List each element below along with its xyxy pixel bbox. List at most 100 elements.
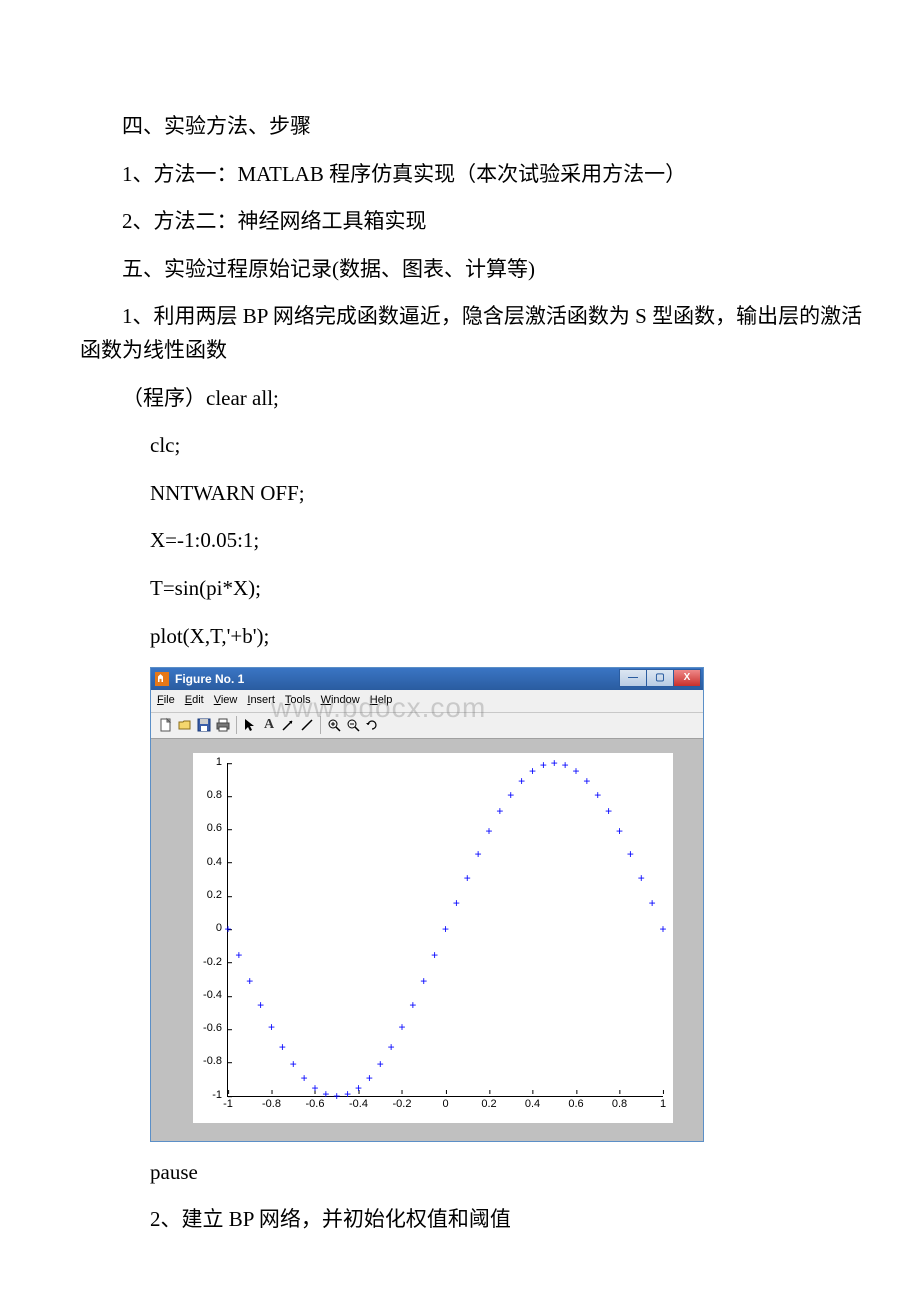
data-marker: + (659, 923, 666, 935)
plot-area: -1-0.8-0.6-0.4-0.200.20.40.60.81-1-0.8-0… (151, 739, 703, 1141)
data-marker: + (246, 975, 253, 987)
y-tick-label: 0.8 (207, 787, 228, 805)
data-marker: + (627, 848, 634, 860)
data-marker: + (355, 1082, 362, 1094)
data-marker: + (377, 1058, 384, 1070)
data-marker: + (616, 825, 623, 837)
menu-file[interactable]: File (157, 692, 175, 710)
menu-tools[interactable]: Tools (285, 692, 311, 710)
step-2: 2、建立 BP 网络，并初始化权值和阈值 (80, 1203, 880, 1237)
data-marker: + (605, 805, 612, 817)
x-tick-label: 0.6 (568, 1096, 583, 1114)
data-marker: + (485, 825, 492, 837)
y-tick-label: -0.4 (203, 987, 228, 1005)
data-marker: + (333, 1090, 340, 1102)
window-title: Figure No. 1 (175, 670, 244, 689)
rotate-icon[interactable] (363, 716, 381, 734)
y-tick-label: -0.6 (203, 1020, 228, 1038)
x-tick-label: -0.8 (262, 1096, 281, 1114)
data-marker: + (366, 1072, 373, 1084)
data-marker: + (279, 1041, 286, 1053)
method-2: 2、方法二：神经网络工具箱实现 (80, 205, 880, 239)
pointer-icon[interactable] (241, 716, 259, 734)
y-tick-label: 0.6 (207, 821, 228, 839)
y-tick-label: -0.8 (203, 1054, 228, 1072)
data-marker: + (464, 872, 471, 884)
x-tick-label: -0.2 (393, 1096, 412, 1114)
line-icon[interactable] (298, 716, 316, 734)
code-pause: pause (80, 1156, 880, 1190)
close-button[interactable]: X (673, 669, 701, 687)
toolbar-separator (236, 716, 237, 734)
data-marker: + (583, 775, 590, 787)
new-file-icon[interactable] (157, 716, 175, 734)
print-icon[interactable] (214, 716, 232, 734)
data-marker: + (649, 897, 656, 909)
data-marker: + (507, 789, 514, 801)
code-t: T=sin(pi*X); (80, 572, 880, 606)
data-marker: + (540, 759, 547, 771)
data-marker: + (235, 949, 242, 961)
code-clc: clc; (80, 429, 880, 463)
x-tick-label: -1 (223, 1096, 233, 1114)
data-marker: + (409, 999, 416, 1011)
code-clearall: （程序）clear all; (80, 382, 880, 416)
data-marker: + (344, 1088, 351, 1100)
open-icon[interactable] (176, 716, 194, 734)
x-tick-label: 0.8 (612, 1096, 627, 1114)
x-tick-label: -0.4 (349, 1096, 368, 1114)
data-marker: + (453, 897, 460, 909)
data-marker: + (301, 1072, 308, 1084)
zoom-out-icon[interactable] (344, 716, 362, 734)
menu-window[interactable]: Window (321, 692, 360, 710)
data-marker: + (529, 765, 536, 777)
text-a-icon[interactable]: A (260, 716, 278, 734)
data-marker: + (638, 872, 645, 884)
zoom-in-icon[interactable] (325, 716, 343, 734)
y-tick-label: 1 (216, 754, 228, 772)
maximize-button[interactable]: ▢ (646, 669, 674, 687)
data-marker: + (475, 848, 482, 860)
data-marker: + (224, 923, 231, 935)
axes[interactable]: -1-0.8-0.6-0.4-0.200.20.40.60.81-1-0.8-0… (193, 753, 673, 1123)
heading-4: 四、实验方法、步骤 (80, 110, 880, 144)
menu-insert[interactable]: Insert (247, 692, 275, 710)
toolbar: A (151, 713, 703, 739)
menu-bar: File Edit View Insert Tools Window Help (151, 690, 703, 713)
data-marker: + (442, 923, 449, 935)
data-marker: + (594, 789, 601, 801)
data-marker: + (518, 775, 525, 787)
y-tick-label: 0.4 (207, 854, 228, 872)
step-1: 1、利用两层 BP 网络完成函数逼近，隐含层激活函数为 S 型函数，输出层的激活… (80, 300, 880, 367)
data-marker: + (388, 1041, 395, 1053)
data-marker: + (257, 999, 264, 1011)
save-icon[interactable] (195, 716, 213, 734)
x-tick-label: 0.4 (525, 1096, 540, 1114)
y-tick-label: -0.2 (203, 954, 228, 972)
code-plot: plot(X,T,'+b'); (80, 620, 880, 654)
data-marker: + (398, 1021, 405, 1033)
minimize-button[interactable]: — (619, 669, 647, 687)
arrow-icon[interactable] (279, 716, 297, 734)
data-marker: + (322, 1088, 329, 1100)
data-marker: + (551, 757, 558, 769)
data-marker: + (420, 975, 427, 987)
data-marker: + (496, 805, 503, 817)
data-marker: + (268, 1021, 275, 1033)
heading-5: 五、实验过程原始记录(数据、图表、计算等) (80, 253, 880, 287)
x-tick-label: 1 (660, 1096, 666, 1114)
x-tick-label: 0.2 (481, 1096, 496, 1114)
figure-window: www.bdocx.com Figure No. 1 — ▢ X File Ed… (150, 667, 704, 1142)
code-nntwarn: NNTWARN OFF; (80, 477, 880, 511)
app-icon (155, 672, 169, 686)
menu-edit[interactable]: Edit (185, 692, 204, 710)
menu-view[interactable]: View (214, 692, 238, 710)
data-marker: + (562, 759, 569, 771)
toolbar-separator (320, 716, 321, 734)
data-marker: + (311, 1082, 318, 1094)
title-bar[interactable]: Figure No. 1 — ▢ X (151, 668, 703, 690)
data-marker: + (290, 1058, 297, 1070)
data-marker: + (572, 765, 579, 777)
menu-help[interactable]: Help (370, 692, 393, 710)
code-x: X=-1:0.05:1; (80, 524, 880, 558)
